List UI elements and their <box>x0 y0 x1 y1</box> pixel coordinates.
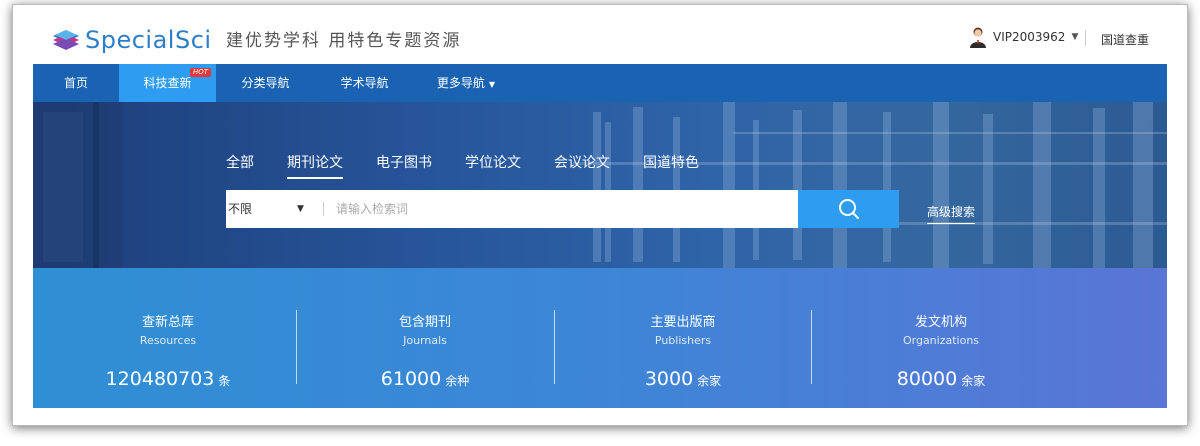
nav-item-label: 首页 <box>63 76 88 90</box>
tab-ebooks[interactable]: 电子图书 <box>376 152 432 179</box>
scope-divider <box>323 202 324 216</box>
user-menu[interactable]: VIP2003962 ▼ <box>969 26 1078 48</box>
advanced-search-link[interactable]: 高级搜索 <box>927 203 976 224</box>
nav-item-more[interactable]: 更多导航 ▼ <box>414 64 518 102</box>
stat-title: 查新总库 <box>141 315 194 330</box>
stat-unit: 余种 <box>445 374 470 388</box>
nav-item-category[interactable]: 分类导航 <box>216 64 315 102</box>
stat-value: 80000 <box>896 368 958 390</box>
nav-item-label: 学术导航 <box>340 76 389 90</box>
search-box: 不限 ▼ <box>226 190 798 228</box>
stat-value-row: 80000 余家 <box>812 368 1070 390</box>
stat-unit: 条 <box>218 374 231 388</box>
nav-item-label: 科技查新 <box>143 76 192 90</box>
tab-dissertations[interactable]: 学位论文 <box>465 152 521 179</box>
tab-conference-papers[interactable]: 会议论文 <box>554 152 610 179</box>
search-tabs: 全部 期刊论文 电子图书 学位论文 会议论文 国道特色 <box>226 152 732 179</box>
logo[interactable]: SpecialSci <box>51 24 211 56</box>
nav-item-label: 分类导航 <box>241 76 290 90</box>
user-avatar-icon <box>970 27 986 48</box>
search-scope-select[interactable]: 不限 <box>228 190 308 228</box>
stat-value-row: 120480703 条 <box>39 368 297 390</box>
main-nav: 首页 科技查新 HOT 分类导航 学术导航 更多导航 ▼ <box>33 64 1167 102</box>
stat-title: 发文机构 <box>914 315 967 330</box>
nav-item-home[interactable]: 首页 <box>33 64 119 102</box>
username: VIP2003962 <box>993 30 1066 44</box>
search-input[interactable] <box>336 190 776 228</box>
stat-subtitle: Publishers <box>654 334 712 347</box>
stat-unit: 余家 <box>697 374 722 388</box>
tab-all[interactable]: 全部 <box>226 152 254 179</box>
chevron-down-icon: ▼ <box>1071 32 1079 42</box>
top-header: SpecialSci 建优势学科 用特色专题资源 VIP2003962 ▼ 国道… <box>33 8 1167 64</box>
stat-subtitle: Organizations <box>902 334 980 347</box>
chevron-down-icon: ▼ <box>297 204 304 214</box>
stat-subtitle: Resources <box>139 334 197 347</box>
nav-item-academic[interactable]: 学术导航 <box>315 64 414 102</box>
page: SpecialSci 建优势学科 用特色专题资源 VIP2003962 ▼ 国道… <box>33 8 1167 408</box>
stat-unit: 余家 <box>961 374 986 388</box>
stat-title: 包含期刊 <box>398 315 451 330</box>
stat-title: 主要出版商 <box>650 315 716 330</box>
stat-resources: 查新总库 Resources 120480703 条 <box>39 268 297 408</box>
stat-value: 61000 <box>380 368 442 390</box>
stat-subtitle: Journals <box>403 334 447 347</box>
stat-journals: 包含期刊 Journals 61000 余种 <box>296 268 554 408</box>
stat-value-row: 3000 余家 <box>554 368 812 390</box>
tab-journal-articles[interactable]: 期刊论文 <box>287 152 343 179</box>
tab-guodao-special[interactable]: 国道特色 <box>643 152 699 179</box>
hot-badge: HOT <box>189 68 211 77</box>
chevron-down-icon: ▼ <box>488 80 496 89</box>
stat-organizations: 发文机构 Organizations 80000 余家 <box>812 268 1070 408</box>
stat-publishers: 主要出版商 Publishers 3000 余家 <box>554 268 812 408</box>
library-background-image <box>33 102 1167 268</box>
slogan: 建优势学科 用特色专题资源 <box>226 31 462 51</box>
search-button[interactable] <box>798 190 899 228</box>
stats-bar: 查新总库 Resources 120480703 条 包含期刊 Journals … <box>33 268 1167 408</box>
stat-value: 120480703 <box>105 368 215 390</box>
search-icon <box>838 199 859 219</box>
search-banner: 全部 期刊论文 电子图书 学位论文 会议论文 国道特色 不限 ▼ 高级搜索 <box>33 102 1167 268</box>
logo-books-icon <box>53 30 79 50</box>
search-scope-value: 不限 <box>228 202 253 216</box>
header-link[interactable]: 国道查重 <box>1101 31 1149 48</box>
nav-item-label: 更多导航 <box>436 76 485 90</box>
stat-value-row: 61000 余种 <box>296 368 554 390</box>
logo-text: SpecialSci <box>85 26 212 54</box>
header-divider <box>1085 30 1086 46</box>
stat-value: 3000 <box>644 368 694 390</box>
nav-item-novelty-search[interactable]: 科技查新 HOT <box>119 64 216 102</box>
